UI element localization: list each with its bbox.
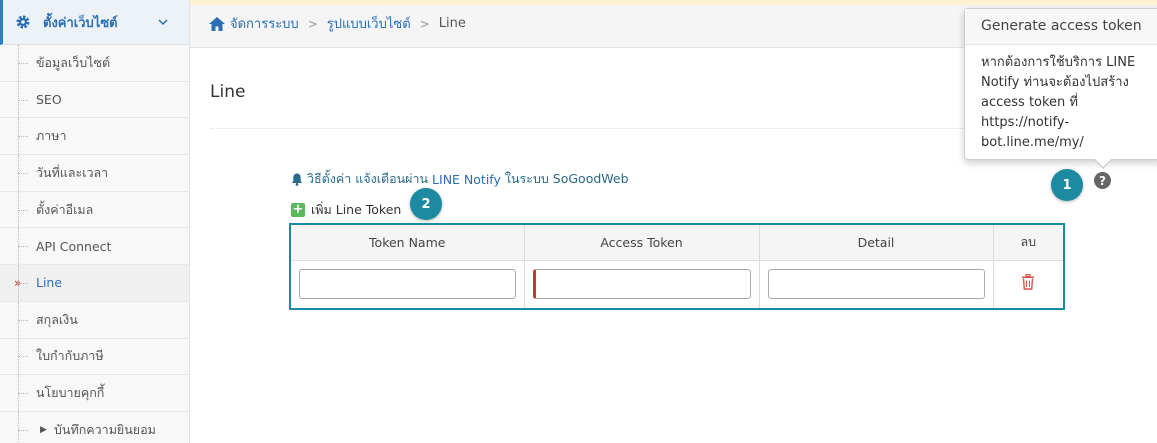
sidebar-section-website-settings[interactable]: ตั้งค่าเว็บไซต์ [0,0,189,45]
breadcrumb-current: Line [438,16,466,31]
column-header-access-token: Access Token [523,223,760,261]
question-circle-icon[interactable]: ? [1094,172,1111,189]
sidebar-item-line[interactable]: » Line [0,265,189,302]
access-token-input[interactable] [532,269,751,300]
sidebar-item-label: วันที่และเวลา [36,164,109,180]
cell-token-name [289,259,525,310]
sidebar-item-label: ตั้งค่าอีเมล [36,201,94,217]
tooltip-body: หากต้องการใช้บริการ LINE Notify ท่านจะต้… [981,55,1136,150]
line-token-table: Token Name Access Token Detail ลบ [289,223,1065,310]
tooltip-arrow [1093,158,1113,169]
sidebar-item-label: สกุลเงิน [36,311,78,327]
column-header-delete: ลบ [992,223,1065,261]
page-title: Line [210,82,246,102]
cell-access-token [523,259,760,310]
table-row [289,259,1065,310]
detail-input[interactable] [767,269,985,300]
sidebar-item-currency[interactable]: สกุลเงิน [0,301,189,339]
sidebar-item-label: นโยบายคุกกี้ [36,385,105,401]
sidebar-item-label: ภาษา [36,128,67,144]
chevron-down-icon[interactable] [157,16,169,28]
howto-keyword: LINE Notify [432,171,501,187]
breadcrumb-separator: > [307,16,318,31]
token-name-input[interactable] [299,269,516,300]
breadcrumb: จัดการระบบ > รูปแบบเว็บไซต์ > Line [208,13,466,34]
sidebar-item-tax-invoice[interactable]: ใบกำกับภาษี [0,338,189,376]
access-token-tooltip: Generate access token หากต้องการใช้บริกา… [964,8,1157,169]
sidebar-menu: ข้อมูลเว็บไซต์ SEO ภาษา วันที่และเวลา ตั… [0,45,189,443]
breadcrumb-home-link[interactable]: จัดการระบบ [230,13,299,34]
sidebar-item-website-info[interactable]: ข้อมูลเว็บไซต์ [0,45,189,82]
sidebar-item-label: ใบกำกับภาษี [36,348,104,364]
plus-icon: + [291,202,305,217]
sidebar-item-label: SEO [36,92,62,108]
add-line-token-button[interactable]: + เพิ่ม Line Token [291,200,401,220]
sidebar: ตั้งค่าเว็บไซต์ ข้อมูลเว็บไซต์ SEO ภาษา … [0,0,190,443]
top-accent-strip [190,0,1157,5]
table-header-row: Token Name Access Token Detail ลบ [289,223,1065,261]
howto-prefix: วิธีตั้งค่า แจ้งเตือนผ่าน [307,171,429,186]
step-badge-1: 1 [1051,169,1083,201]
tooltip-title: Generate access token [965,9,1157,45]
trash-icon[interactable] [1021,274,1035,290]
home-icon[interactable] [208,16,226,32]
breadcrumb-section-link[interactable]: รูปแบบเว็บไซต์ [327,13,411,34]
sidebar-item-email-settings[interactable]: ตั้งค่าอีเมล [0,191,189,229]
caret-right-icon: ▶ [40,424,47,435]
active-indicator-icon: » [14,275,22,290]
add-line-token-label: เพิ่ม Line Token [311,202,402,217]
sidebar-section-title: ตั้งค่าเว็บไซต์ [43,15,118,31]
column-header-token-name: Token Name [289,223,525,261]
howto-link[interactable]: วิธีตั้งค่า แจ้งเตือนผ่าน LINE Notify ใน… [291,169,629,189]
sidebar-item-label: Line [36,275,63,291]
breadcrumb-separator: > [419,16,430,31]
sidebar-item-label: บันทึกความยินยอม [54,421,156,437]
sidebar-item-seo[interactable]: SEO [0,81,189,119]
sidebar-item-datetime[interactable]: วันที่และเวลา [0,155,189,192]
sidebar-item-label: ข้อมูลเว็บไซต์ [36,54,111,70]
howto-suffix: ในระบบ SoGoodWeb [504,171,629,186]
gear-icon [16,15,30,29]
sidebar-item-language[interactable]: ภาษา [0,118,189,156]
sidebar-item-api-connect[interactable]: API Connect [0,228,189,266]
step-badge-2: 2 [410,188,442,220]
sidebar-item-consent-log[interactable]: ▶ บันทึกความยินยอม [0,411,189,443]
sidebar-item-cookie-policy[interactable]: นโยบายคุกกี้ [0,375,189,412]
cell-delete [992,259,1065,310]
sidebar-item-label: API Connect [36,238,112,254]
column-header-detail: Detail [758,223,994,261]
bell-icon [291,173,303,186]
cell-detail [758,259,994,310]
